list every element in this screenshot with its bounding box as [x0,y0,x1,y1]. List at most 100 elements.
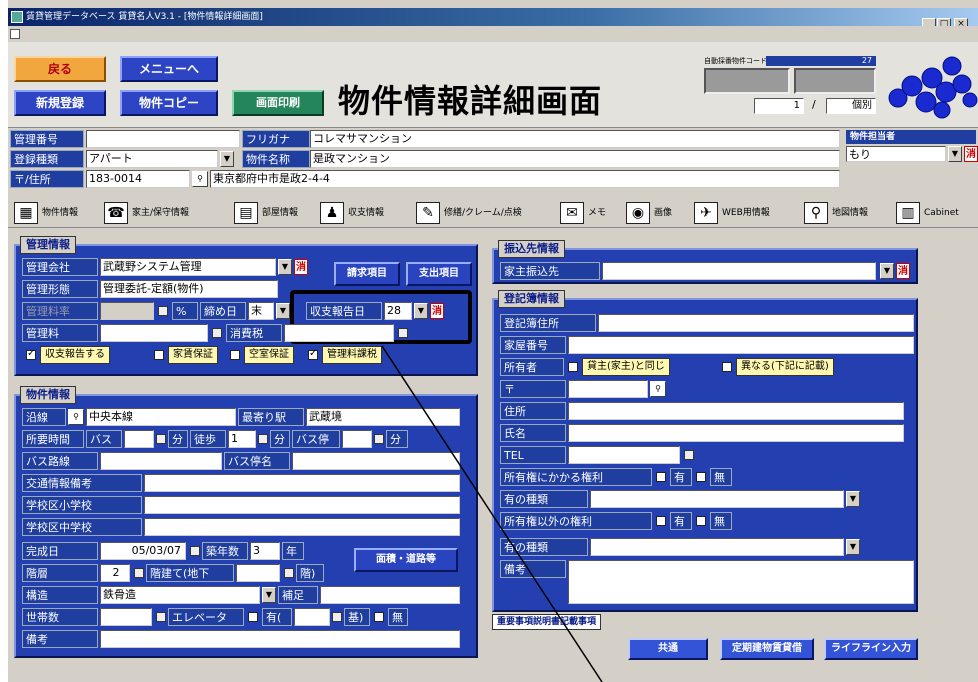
seikyu-button[interactable]: 請求項目 [334,262,400,286]
company-dropdown[interactable]: ▼ [278,259,292,275]
shogaku-input[interactable] [144,496,460,514]
elevator-yu-check[interactable] [248,612,258,622]
chugaku-input[interactable] [144,518,460,536]
ensen-search-icon[interactable]: ⚲ [68,409,84,425]
shohizei-spin-2[interactable] [398,328,408,338]
toki-jusho2-input[interactable] [568,402,904,420]
busstop-spin[interactable] [374,434,384,444]
tab-yanushi[interactable]: ☎ 家主/保守情報 [102,200,189,226]
shohizei-spin[interactable] [212,328,222,338]
kenri2-yu-check[interactable] [656,516,666,526]
tab-memo[interactable]: ✉ メモ [558,200,606,226]
shoyu-diff-check[interactable] [722,362,732,372]
tab-bukken[interactable]: ▦ 物件情報 [12,200,78,226]
shime-input[interactable]: 末 [248,302,274,320]
tab-gazo[interactable]: ◉ 画像 [624,200,672,226]
zip-search-icon[interactable]: ⚲ [192,171,208,187]
toho-spin[interactable] [258,434,268,444]
kaiso-input[interactable]: 2 [100,564,130,582]
shime-dropdown[interactable]: ▼ [276,303,290,319]
copy-property-button[interactable]: 物件コピー [120,90,218,116]
tab-web[interactable]: ✈ WEB用情報 [692,200,770,226]
shushi-check[interactable] [26,348,36,360]
shubetsu-dropdown[interactable]: ▼ [220,151,234,167]
busroute-input[interactable] [100,452,222,470]
lifeline-button[interactable]: ライフライン入力 [824,638,918,660]
kenri1-yu-check[interactable] [656,472,666,482]
kanri-no-input[interactable] [86,130,240,148]
toki-jusho-input[interactable] [598,314,914,332]
shurui1-select[interactable] [590,490,844,508]
bukken-biko-input[interactable] [100,630,460,648]
address-input[interactable]: 東京都府中市是政2-4-4 [210,170,840,188]
bukken-name-input[interactable]: 是政マンション [310,150,840,168]
busstop-input[interactable] [342,430,372,448]
menu-button[interactable]: メニューへ [120,56,218,82]
hosoku-input[interactable] [320,586,460,604]
shubetsu-select[interactable]: アパート [86,150,218,168]
new-register-button[interactable]: 新規登録 [14,90,106,116]
kozo-dropdown[interactable]: ▼ [262,587,276,603]
setai-input[interactable] [100,608,152,626]
tab-shushi[interactable]: ♟ 収支情報 [318,200,384,226]
shiharai-button[interactable]: 支出項目 [406,262,472,286]
elevator-count-input[interactable] [294,608,330,626]
furikomi-clear-button[interactable]: 消 [896,263,910,279]
elevator-spin[interactable] [332,612,342,622]
company-select[interactable]: 武蔵野システム管理 [100,258,276,276]
ryo-input[interactable] [100,324,208,342]
menseki-button[interactable]: 面積・道路等 [354,548,458,572]
tantou-select[interactable]: もり [846,146,946,162]
juyo-tab[interactable]: 重要事項説明書記載事項 [492,614,602,630]
yachin-check[interactable] [154,350,164,360]
kaoku-input[interactable] [568,336,914,354]
shohizei-input[interactable] [284,324,394,342]
shurui1-dropdown[interactable]: ▼ [846,491,860,507]
kushitsu-check[interactable] [230,350,240,360]
ryoritsu-input[interactable] [100,302,154,320]
control-menu-icon[interactable] [10,29,20,39]
eki-input[interactable]: 武蔵境 [306,408,460,426]
chika-input[interactable] [236,564,280,582]
kansei-input[interactable]: 05/03/07 [100,542,186,560]
bus-spin[interactable] [156,434,166,444]
shimei-input[interactable] [568,424,904,442]
elevator-mu-check[interactable] [374,612,384,622]
tantou-clear-button[interactable]: 消 [964,146,978,162]
zip-input[interactable]: 183-0014 [86,170,190,188]
chiku-input[interactable]: 3 [250,542,280,560]
shurui2-dropdown[interactable]: ▼ [846,539,860,555]
toki-biko-input[interactable] [568,560,914,604]
print-screen-button[interactable]: 画面印刷 [232,90,324,116]
tel-input[interactable] [568,446,680,464]
furikomi-dropdown[interactable]: ▼ [880,263,894,279]
tab-shuzen[interactable]: ✎ 修繕/クレーム/点検 [414,200,522,226]
toki-zip-search-icon[interactable]: ⚲ [650,381,666,397]
shoyu-same-check[interactable] [568,362,578,372]
kenri2-mu-check[interactable] [696,516,706,526]
toho-input[interactable]: 1 [228,430,256,448]
tantou-dropdown[interactable]: ▼ [948,146,962,162]
tab-heya[interactable]: ▤ 部屋情報 [232,200,298,226]
teiki-button[interactable]: 定期建物賃貸借 [720,638,814,660]
ryoritsu-spin[interactable] [158,306,168,316]
tab-map[interactable]: ⚲ 地図情報 [802,200,868,226]
toki-zip-input[interactable] [568,380,648,398]
tab-cabinet[interactable]: ▥ Cabinet [894,200,959,226]
kotsu-input[interactable] [144,474,460,492]
busstop-name-input[interactable] [292,452,460,470]
kenri1-mu-check[interactable] [696,472,706,482]
company-clear-button[interactable]: 消 [294,259,308,275]
furikomi-select[interactable] [602,262,876,280]
setai-spin[interactable] [156,612,166,622]
kazei-check[interactable] [308,348,318,360]
tel-spin[interactable] [684,450,694,460]
ensen-input[interactable]: 中央本線 [86,408,236,426]
kaiso-spin[interactable] [134,568,144,578]
kyotsu-button[interactable]: 共通 [628,638,708,660]
keitai-input[interactable]: 管理委託-定額(物件) [100,280,278,298]
back-button[interactable]: 戻る [14,56,106,82]
furigana-input[interactable]: コレマサマンション [310,130,840,148]
bus-input[interactable] [124,430,154,448]
kozo-select[interactable]: 鉄骨造 [100,586,260,604]
